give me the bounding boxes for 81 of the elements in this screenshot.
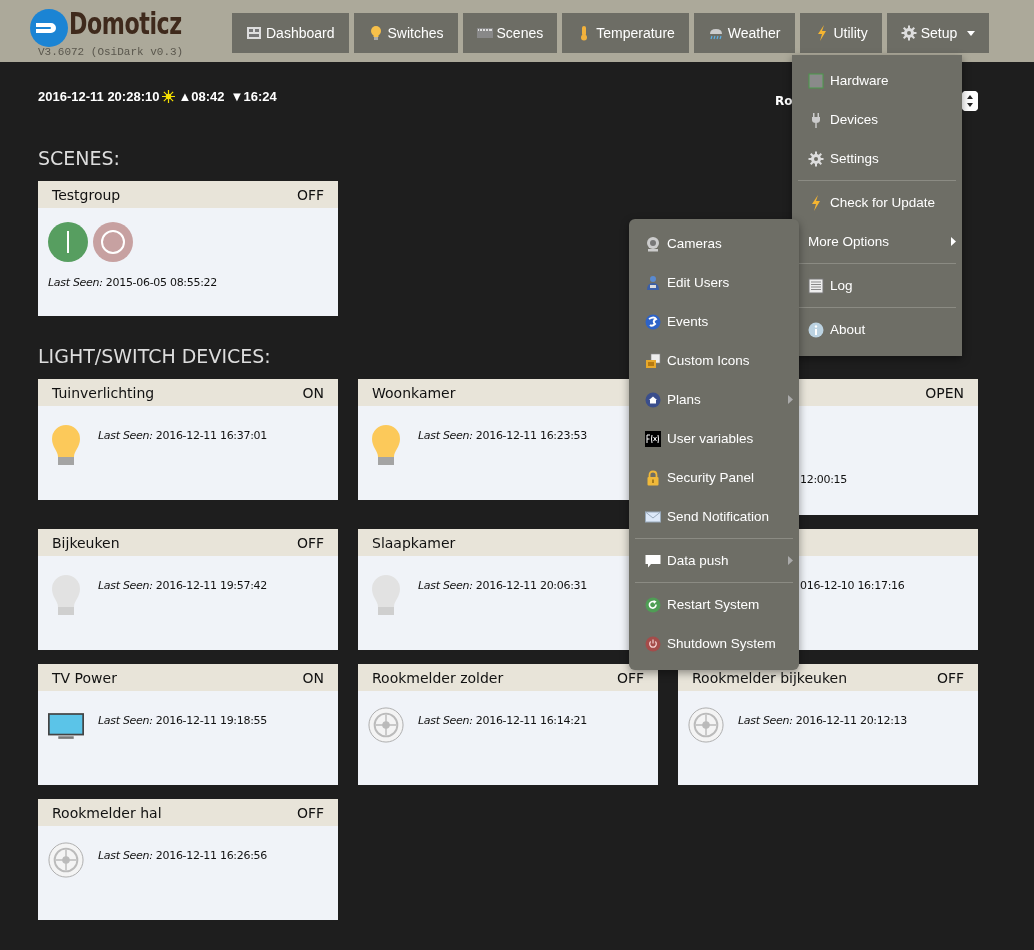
submenu-arrow-icon (951, 237, 956, 246)
device-name: Rookmelder zolder (372, 669, 504, 686)
nav-tab[interactable]: Switches (353, 13, 458, 53)
last-seen-text: Last Seen: 2016-12-11 16:26:56 (98, 849, 267, 864)
power-icon (645, 635, 661, 652)
submenu-arrow-icon (788, 556, 793, 565)
device-status: OFF (616, 669, 644, 686)
smoke-detector-icon (368, 706, 404, 744)
list-icon (808, 277, 824, 294)
device-name: TV Power (52, 669, 117, 686)
last-seen-text: Last Seen: 2016-12-11 19:18:55 (98, 714, 267, 729)
restart-icon (645, 596, 661, 613)
device-name: Rookmelder hal (52, 804, 162, 821)
nav-tab[interactable]: Utility (799, 13, 882, 53)
device-status: OFF (936, 669, 964, 686)
device-status: OFF (296, 804, 324, 821)
menu-item[interactable]: Hardware (792, 61, 962, 100)
function-icon (645, 430, 661, 447)
nav-tab[interactable]: Temperature (562, 13, 689, 53)
chip-icon (808, 72, 824, 89)
device-name: Tuinverlichting (52, 384, 155, 401)
sunrise-time: ▲08:42 (178, 88, 225, 104)
nav-tab[interactable]: Dashboard (232, 13, 349, 53)
room-label: Ro (775, 94, 793, 108)
date-time: 2016-12-11 20:28:10 (38, 88, 160, 104)
caret-icon (967, 30, 976, 36)
section-title: SCENES: (38, 147, 120, 169)
app-title: Domoticz (69, 6, 182, 41)
select-arrows-icon[interactable] (962, 91, 978, 111)
device-status: OFF (296, 534, 324, 551)
smoke-detector-icon (688, 706, 724, 744)
menu-item[interactable]: User variables (629, 419, 799, 458)
last-seen-text: Last Seen: 2016-12-11 20:06:31 (418, 579, 587, 594)
last-seen-text: 12:00:15 (800, 473, 848, 486)
nav-tab[interactable]: Setup (886, 13, 990, 53)
device-status: ON (302, 669, 324, 686)
user-icon (645, 274, 661, 291)
settings-icon (900, 25, 917, 41)
last-seen-text: Last Seen: 2016-12-11 20:12:13 (738, 714, 907, 729)
last-seen-text: 016-12-10 16:17:16 (800, 579, 906, 592)
images-icon (645, 352, 661, 369)
dashboard-icon (246, 25, 262, 41)
version-label: V3.6072 (OsiDark v0.3) (38, 46, 184, 58)
info-icon (808, 321, 824, 338)
device-name: Testgroup (52, 186, 121, 203)
on-button[interactable] (48, 222, 88, 262)
menu-item[interactable]: Send Notification (629, 497, 799, 536)
menu-item[interactable]: Devices (792, 100, 962, 139)
device-name: Woonkamer (372, 384, 456, 401)
last-seen-text: Last Seen: 2016-12-11 16:23:53 (418, 429, 587, 444)
envelope-icon (645, 508, 661, 525)
nav-tab[interactable]: Scenes (462, 13, 558, 53)
last-seen-text: Last Seen: 2016-12-11 16:37:01 (98, 429, 267, 444)
section-title: LIGHT/SWITCH DEVICES: (38, 345, 271, 367)
device-name: Bijkeuken (52, 534, 120, 551)
speech-bubble-icon (645, 552, 661, 569)
last-seen-text: Last Seen: 2016-12-11 16:14:21 (418, 714, 587, 729)
menu-item[interactable]: Plans (629, 380, 799, 419)
sun-icon (162, 89, 176, 103)
settings-icon (808, 150, 824, 167)
device-name: Rookmelder bijkeuken (692, 669, 848, 686)
device-status: OPEN (925, 384, 964, 401)
submenu-arrow-icon (788, 395, 793, 404)
smoke-detector-icon (48, 841, 84, 879)
device-status: ON (302, 384, 324, 401)
menu-item[interactable]: Shutdown System (629, 624, 799, 663)
off-button[interactable] (93, 222, 133, 262)
menu-item[interactable]: Settings (792, 139, 962, 178)
menu-item[interactable]: Security Panel (629, 458, 799, 497)
device-name: Slaapkamer (372, 534, 456, 551)
logo-icon (30, 9, 68, 47)
nav-tab[interactable]: Weather (693, 13, 795, 53)
padlock-icon (645, 469, 661, 486)
last-seen-text: Last Seen: 2015-06-05 08:55:22 (48, 276, 218, 289)
webcam-icon (645, 235, 661, 252)
globe-icon (645, 313, 661, 330)
device-status: OFF (296, 186, 324, 203)
house-globe-icon (645, 391, 661, 408)
film-icon (476, 25, 493, 41)
last-seen-text: Last Seen: 2016-12-11 19:57:42 (98, 579, 267, 594)
sunset-time: ▼16:24 (230, 88, 277, 104)
